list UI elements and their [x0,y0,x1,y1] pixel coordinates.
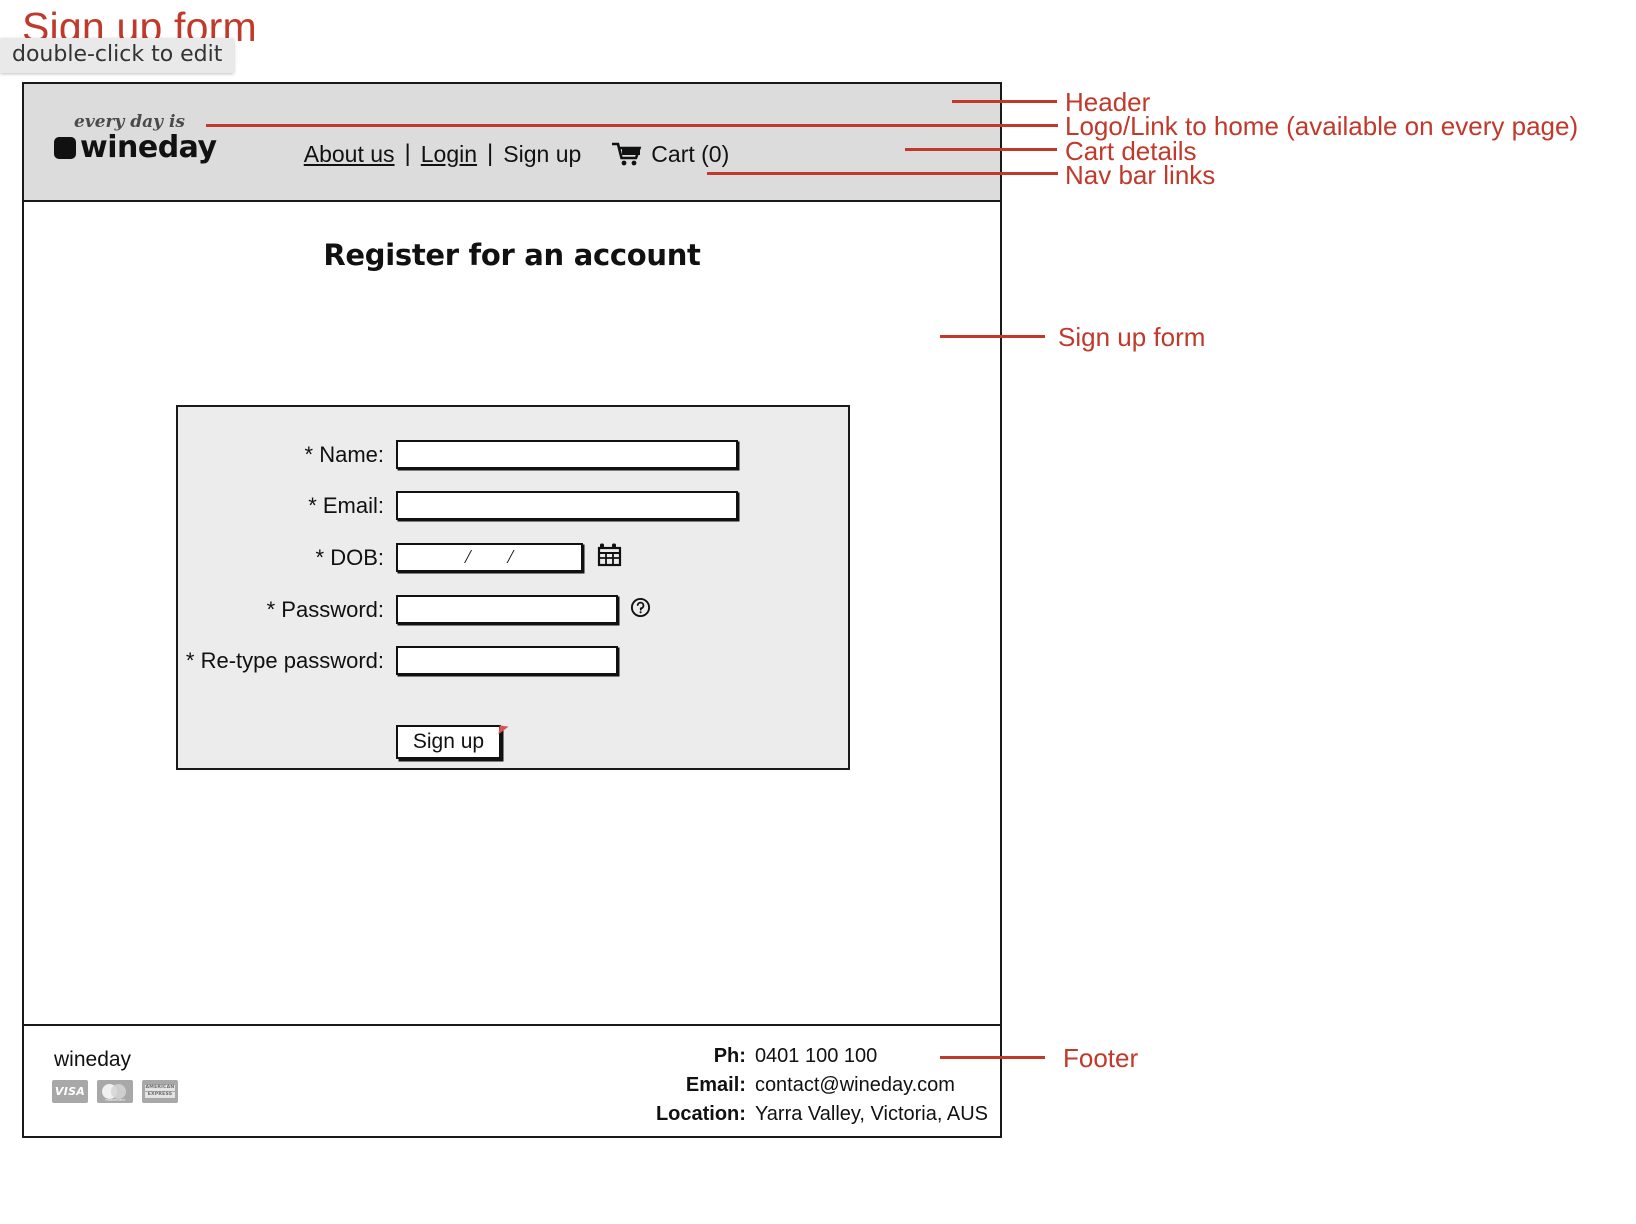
dob-sep-2: / [507,546,515,568]
form-row-name: * Name: [178,440,848,469]
visa-icon: VISA [52,1080,88,1103]
cart-details[interactable]: Cart (0) [612,141,729,168]
site-header: every day is wineday About us | Login | … [24,84,1000,202]
label-email: * Email: [308,492,384,518]
label-retype-password: * Re-type password: [185,647,384,673]
retype-password-input[interactable] [396,646,618,675]
footer-contact: Ph: 0401 100 100 Email: contact@wineday.… [643,1042,988,1129]
amex-label-top: AMERICAN [145,1085,175,1091]
label-name: * Name: [304,441,384,467]
contact-value-location: Yarra Valley, Victoria, AUS [754,1103,988,1125]
label-dob: * DOB: [315,544,384,570]
contact-key-location: Location: [655,1103,746,1125]
annotation-leader-navbar [707,172,1058,175]
annotation-leader-header [952,100,1057,103]
nav-bar: About us | Login | Sign up Cart (0) [24,140,1000,168]
dob-sep-1: / [464,546,472,568]
form-row-email: * Email: [178,491,848,520]
help-circle-icon[interactable] [630,597,651,623]
contact-value-phone: 0401 100 100 [754,1045,878,1067]
contact-key-email: Email: [685,1074,746,1096]
form-row-dob: * DOB: / / [178,542,848,573]
cart-count-label: Cart (0) [651,140,730,167]
dob-input[interactable]: / / [396,543,583,572]
contact-row-phone: Ph: 0401 100 100 [643,1042,988,1071]
shopping-cart-icon [612,142,642,167]
contact-row-location: Location: Yarra Valley, Victoria, AUS [643,1100,988,1129]
payment-methods: VISA mastercard AMERICAN EXPRESS [52,1080,178,1103]
nav-link-about-us[interactable]: About us [295,141,404,168]
site-footer: wineday VISA mastercard AMERICAN EXPRESS… [24,1024,1000,1134]
annotation-leader-signup-form [940,335,1045,338]
annotation-leader-footer [940,1056,1045,1059]
site-main: Register for an account * Name: * Email:… [24,202,1000,1024]
logo-tagline: every day is [74,112,185,132]
dob-mask: / / [398,545,581,570]
submit-spacer [178,725,396,759]
contact-key-phone: Ph: [713,1045,746,1067]
nav-link-sign-up[interactable]: Sign up [494,141,590,168]
form-row-submit: Sign up [178,725,848,759]
contact-row-email: Email: contact@wineday.com [643,1071,988,1100]
annotation-footer: Footer [1063,1043,1139,1073]
annotation-signup-form: Sign up form [1058,322,1206,352]
register-heading: Register for an account [323,238,701,272]
annotation-navbar: Nav bar links [1065,160,1216,190]
page-frame: every day is wineday About us | Login | … [22,82,1002,1138]
name-input[interactable] [396,440,738,469]
password-input[interactable] [396,595,618,624]
mastercard-label: mastercard [105,1098,125,1102]
edit-hint-tooltip: double-click to edit [0,38,235,73]
sign-up-button[interactable]: Sign up [396,725,501,759]
nav-separator-2: | [487,140,494,167]
amex-icon: AMERICAN EXPRESS [142,1080,178,1103]
calendar-icon[interactable] [597,542,623,573]
cursor-pointer-marker [498,725,509,736]
form-row-password: * Password: [178,595,848,624]
mastercard-icon: mastercard [97,1080,133,1103]
label-password: * Password: [266,596,384,622]
signup-form-panel: * Name: * Email: * DOB: / / * Password: … [176,405,850,770]
nav-separator-1: | [404,140,411,167]
wireframe-canvas: Sign up form double-click to edit every … [0,0,1636,1224]
footer-brand: wineday [54,1048,132,1071]
nav-link-login[interactable]: Login [412,141,486,168]
annotation-leader-logo [206,124,1058,127]
form-row-retype-password: * Re-type password: [178,646,848,675]
email-input[interactable] [396,491,738,520]
contact-value-email: contact@wineday.com [754,1074,955,1096]
amex-label-bottom: EXPRESS [145,1092,175,1098]
annotation-leader-cart [905,148,1057,151]
